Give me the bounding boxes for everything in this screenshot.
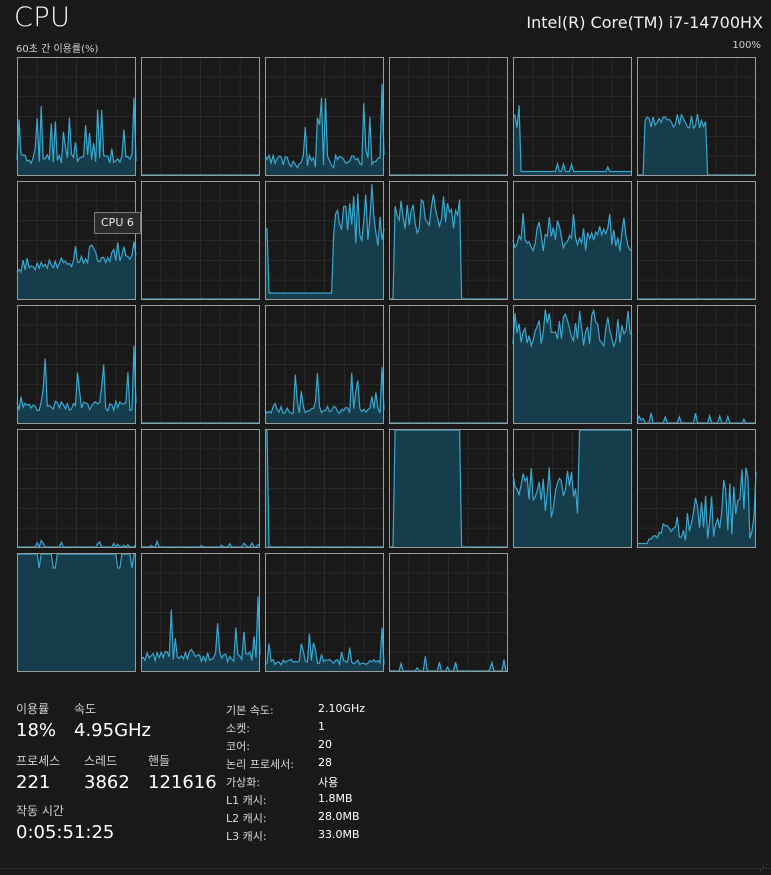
info-value-l2-cache: 28.0MB bbox=[318, 810, 360, 823]
core-graph-22[interactable] bbox=[512, 429, 632, 548]
core-graph-20[interactable] bbox=[265, 429, 384, 548]
core-graph-15[interactable] bbox=[389, 305, 508, 424]
threads-label: 스레드 bbox=[84, 754, 118, 768]
core-graph-23[interactable] bbox=[637, 429, 757, 548]
speed-label: 속도 bbox=[74, 702, 97, 716]
handles-value: 121616 bbox=[148, 772, 217, 793]
info-value-l3-cache: 33.0MB bbox=[318, 828, 360, 841]
core-graph-3[interactable] bbox=[389, 57, 508, 176]
uptime-value: 0:05:51:25 bbox=[16, 822, 115, 843]
info-label-l1-cache: L1 캐시: bbox=[226, 794, 267, 807]
handles-label: 핸들 bbox=[148, 754, 171, 768]
core-graph-5[interactable] bbox=[637, 57, 756, 176]
info-value-cores: 20 bbox=[318, 738, 332, 751]
info-value-l1-cache: 1.8MB bbox=[318, 792, 353, 805]
uptime-label: 작동 시간 bbox=[16, 804, 64, 818]
core-graph-26[interactable] bbox=[264, 553, 385, 672]
core-graph-1[interactable] bbox=[141, 57, 260, 176]
info-label-cores: 코어: bbox=[226, 740, 250, 753]
core-tooltip: CPU 6 bbox=[94, 212, 141, 234]
info-label-virtualization: 가상화: bbox=[226, 776, 261, 789]
info-label-logical-processors: 논리 프로세서: bbox=[226, 758, 294, 771]
processes-label: 프로세스 bbox=[16, 754, 61, 768]
core-graph-8[interactable] bbox=[265, 181, 385, 300]
window-bottom-divider bbox=[0, 868, 771, 869]
resize-grip-icon[interactable]: ⋰ bbox=[759, 863, 769, 873]
core-graph-27[interactable] bbox=[389, 553, 508, 672]
core-graph-16[interactable] bbox=[512, 305, 633, 424]
core-graph-19[interactable] bbox=[141, 429, 261, 548]
threads-value: 3862 bbox=[84, 772, 130, 793]
core-graph-21[interactable] bbox=[389, 429, 508, 548]
core-graph-9[interactable] bbox=[389, 181, 508, 300]
core-usage-area bbox=[17, 554, 136, 672]
cpu-core-graph-grid[interactable] bbox=[0, 0, 771, 690]
core-graph-6[interactable] bbox=[16, 181, 137, 300]
core-graph-18[interactable] bbox=[17, 429, 137, 549]
info-label-l3-cache: L3 캐시: bbox=[226, 830, 267, 843]
info-label-base-speed: 기본 속도: bbox=[226, 704, 274, 717]
core-graph-25[interactable] bbox=[140, 553, 261, 672]
core-graph-4[interactable] bbox=[512, 57, 632, 176]
core-graph-14[interactable] bbox=[264, 305, 385, 424]
core-graph-13[interactable] bbox=[141, 305, 260, 424]
core-graph-12[interactable] bbox=[16, 305, 137, 424]
info-value-sockets: 1 bbox=[318, 720, 325, 733]
core-graph-0[interactable] bbox=[16, 57, 137, 176]
info-value-virtualization: 사용 bbox=[318, 776, 339, 789]
core-graph-24[interactable] bbox=[17, 553, 136, 672]
speed-value: 4.95GHz bbox=[74, 720, 152, 741]
info-value-base-speed: 2.10GHz bbox=[318, 702, 366, 715]
info-value-logical-processors: 28 bbox=[318, 756, 332, 769]
usage-label: 이용률 bbox=[16, 702, 50, 716]
core-graph-17[interactable] bbox=[636, 305, 756, 424]
core-graph-10[interactable] bbox=[512, 181, 633, 300]
info-label-l2-cache: L2 캐시: bbox=[226, 812, 267, 825]
core-graph-7[interactable] bbox=[141, 181, 260, 300]
usage-value: 18% bbox=[16, 720, 57, 741]
info-label-sockets: 소켓: bbox=[226, 722, 250, 735]
core-graph-11[interactable] bbox=[637, 181, 756, 300]
core-graph-2[interactable] bbox=[264, 57, 385, 176]
processes-value: 221 bbox=[16, 772, 51, 793]
